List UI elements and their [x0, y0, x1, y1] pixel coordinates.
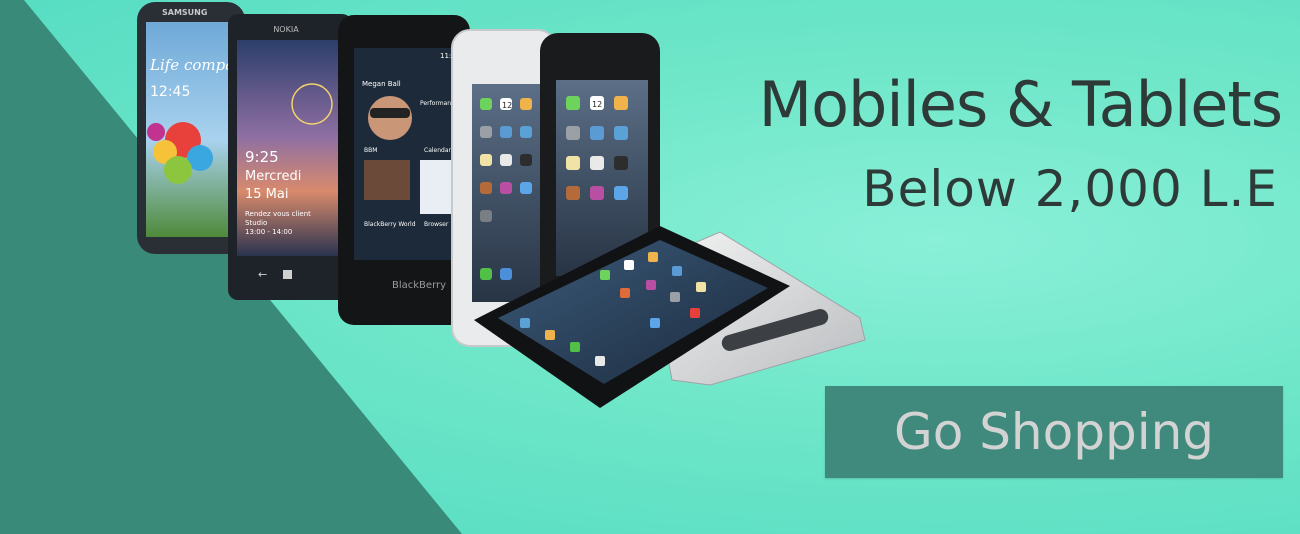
samsung-brand: SAMSUNG	[162, 8, 207, 17]
svg-text:12:45: 12:45	[150, 84, 190, 100]
svg-text:12: 12	[592, 100, 602, 109]
svg-text:Megan Ball: Megan Ball	[362, 80, 401, 88]
price-subline: Below 2,000 L.E	[862, 160, 1278, 218]
svg-text:Browser: Browser	[424, 221, 449, 228]
svg-text:12: 12	[502, 101, 512, 110]
promo-banner[interactable]: SAMSUNG Life compani 12:45 NOKIA 9:25 Me…	[0, 0, 1300, 534]
svg-text:Studio: Studio	[245, 219, 267, 227]
svg-text:Rendez vous client: Rendez vous client	[245, 210, 311, 218]
svg-text:BlackBerry: BlackBerry	[392, 280, 446, 291]
nokia-phone: NOKIA 9:25 Mercredi 15 Mai Rendez vous c…	[228, 14, 352, 300]
headline: Mobiles & Tablets	[758, 68, 1283, 141]
go-shopping-button[interactable]: Go Shopping	[825, 386, 1283, 478]
svg-text:BBM: BBM	[364, 147, 377, 154]
svg-text:Calendar: Calendar	[424, 147, 452, 154]
svg-text:Mercredi: Mercredi	[245, 169, 301, 184]
svg-text:15 Mai: 15 Mai	[245, 187, 288, 202]
svg-text:9:25: 9:25	[245, 148, 279, 166]
svg-text:BlackBerry World: BlackBerry World	[364, 221, 416, 228]
svg-text:←: ←	[258, 268, 267, 281]
svg-text:NOKIA: NOKIA	[273, 25, 299, 34]
svg-text:13:00 - 14:00: 13:00 - 14:00	[245, 228, 292, 236]
